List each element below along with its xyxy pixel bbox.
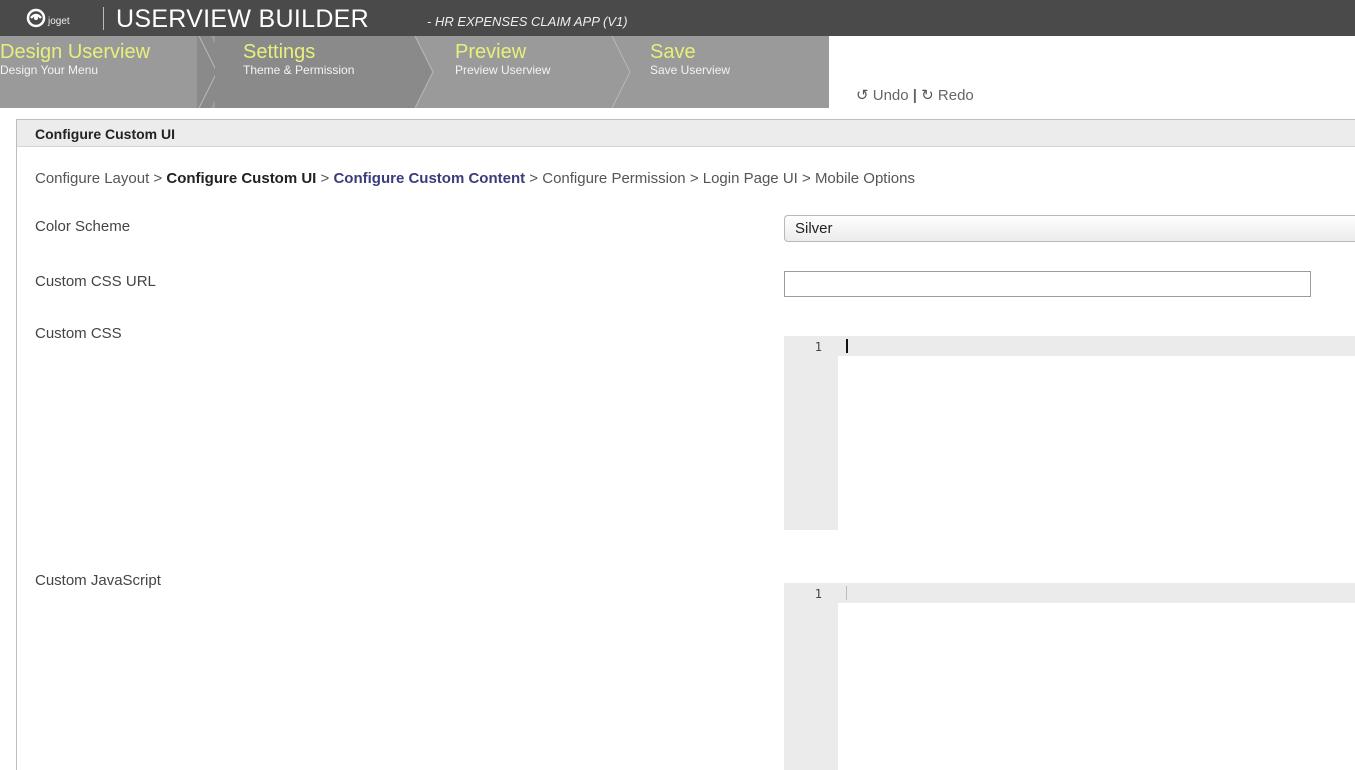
breadcrumb-separator: > xyxy=(802,170,811,187)
title-divider xyxy=(103,7,104,30)
wizard-steps: Design Userview Design Your Menu Setting… xyxy=(0,36,829,108)
step-label: Save xyxy=(650,41,696,63)
breadcrumb-login-page-ui[interactable]: Login Page UI xyxy=(703,170,798,187)
undo-redo: ↺ Undo | ↻ Redo xyxy=(856,86,974,104)
custom-css-label: Custom CSS xyxy=(35,325,122,342)
step-sublabel: Preview Userview xyxy=(455,63,551,77)
step-label: Settings xyxy=(243,41,316,63)
undo-button[interactable]: ↺ Undo xyxy=(856,87,909,104)
step-design-userview[interactable]: Design Userview Design Your Menu xyxy=(0,36,200,108)
step-label: Preview xyxy=(455,41,527,63)
breadcrumb-separator: > xyxy=(153,170,163,187)
undo-icon: ↺ xyxy=(856,87,869,104)
active-line xyxy=(838,583,1355,603)
breadcrumb-mobile-options[interactable]: Mobile Options xyxy=(815,170,915,187)
settings-panel: Configure Custom UI Configure Layout > C… xyxy=(16,119,1355,770)
custom-css-url-input[interactable] xyxy=(784,271,1311,297)
step-sublabel: Design Your Menu xyxy=(0,63,99,77)
color-scheme-label: Color Scheme xyxy=(35,218,131,235)
redo-icon: ↻ xyxy=(921,87,934,104)
redo-label: Redo xyxy=(937,87,974,104)
panel-header: Configure Custom UI xyxy=(17,120,1355,147)
step-sublabel: Theme & Permission xyxy=(243,63,355,77)
breadcrumb-configure-layout[interactable]: Configure Layout xyxy=(35,170,149,187)
breadcrumb-separator: > xyxy=(529,170,539,187)
redo-button[interactable]: ↻ Redo xyxy=(921,87,974,104)
breadcrumb-configure-custom-content[interactable]: Configure Custom Content xyxy=(333,170,525,187)
color-scheme-select[interactable]: Silver xyxy=(784,215,1355,242)
breadcrumb: Configure Layout > Configure Custom UI >… xyxy=(35,170,915,187)
custom-js-label: Custom JavaScript xyxy=(35,572,161,589)
wizard-steps-bar: Design Userview Design Your Menu Setting… xyxy=(0,36,1355,108)
breadcrumb-separator: > xyxy=(320,170,330,187)
undo-redo-separator: | xyxy=(912,87,917,104)
panel-title: Configure Custom UI xyxy=(35,126,175,142)
text-cursor xyxy=(846,586,847,600)
page-title: USERVIEW BUILDER xyxy=(116,5,370,33)
color-scheme-value: Silver xyxy=(795,220,833,237)
breadcrumb-separator: > xyxy=(689,170,699,187)
active-line xyxy=(838,336,1355,356)
step-label: Design Userview xyxy=(0,41,151,63)
custom-css-url-label: Custom CSS URL xyxy=(35,273,156,290)
step-sublabel: Save Userview xyxy=(650,63,731,77)
app-subtitle: - HR EXPENSES CLAIM APP (V1) xyxy=(427,14,628,29)
undo-label: Undo xyxy=(872,87,909,104)
custom-js-editor[interactable]: 1 xyxy=(784,583,1355,770)
step-save[interactable]: Save Save Userview xyxy=(650,36,800,108)
breadcrumb-configure-custom-ui[interactable]: Configure Custom UI xyxy=(166,170,316,187)
line-gutter: 1 xyxy=(784,583,838,770)
app-header: joget USERVIEW BUILDER - HR EXPENSES CLA… xyxy=(0,0,1355,37)
step-settings[interactable]: Settings Theme & Permission xyxy=(243,36,413,108)
breadcrumb-configure-permission[interactable]: Configure Permission xyxy=(542,170,685,187)
line-number: 1 xyxy=(814,587,822,601)
joget-logo-icon xyxy=(26,8,46,28)
step-separator-icon xyxy=(611,36,631,108)
custom-css-editor[interactable]: 1 xyxy=(784,336,1355,530)
step-preview[interactable]: Preview Preview Userview xyxy=(455,36,605,108)
line-gutter: 1 xyxy=(784,336,838,530)
text-cursor xyxy=(846,339,848,353)
line-number: 1 xyxy=(814,340,822,354)
logo-text: joget xyxy=(48,16,70,27)
